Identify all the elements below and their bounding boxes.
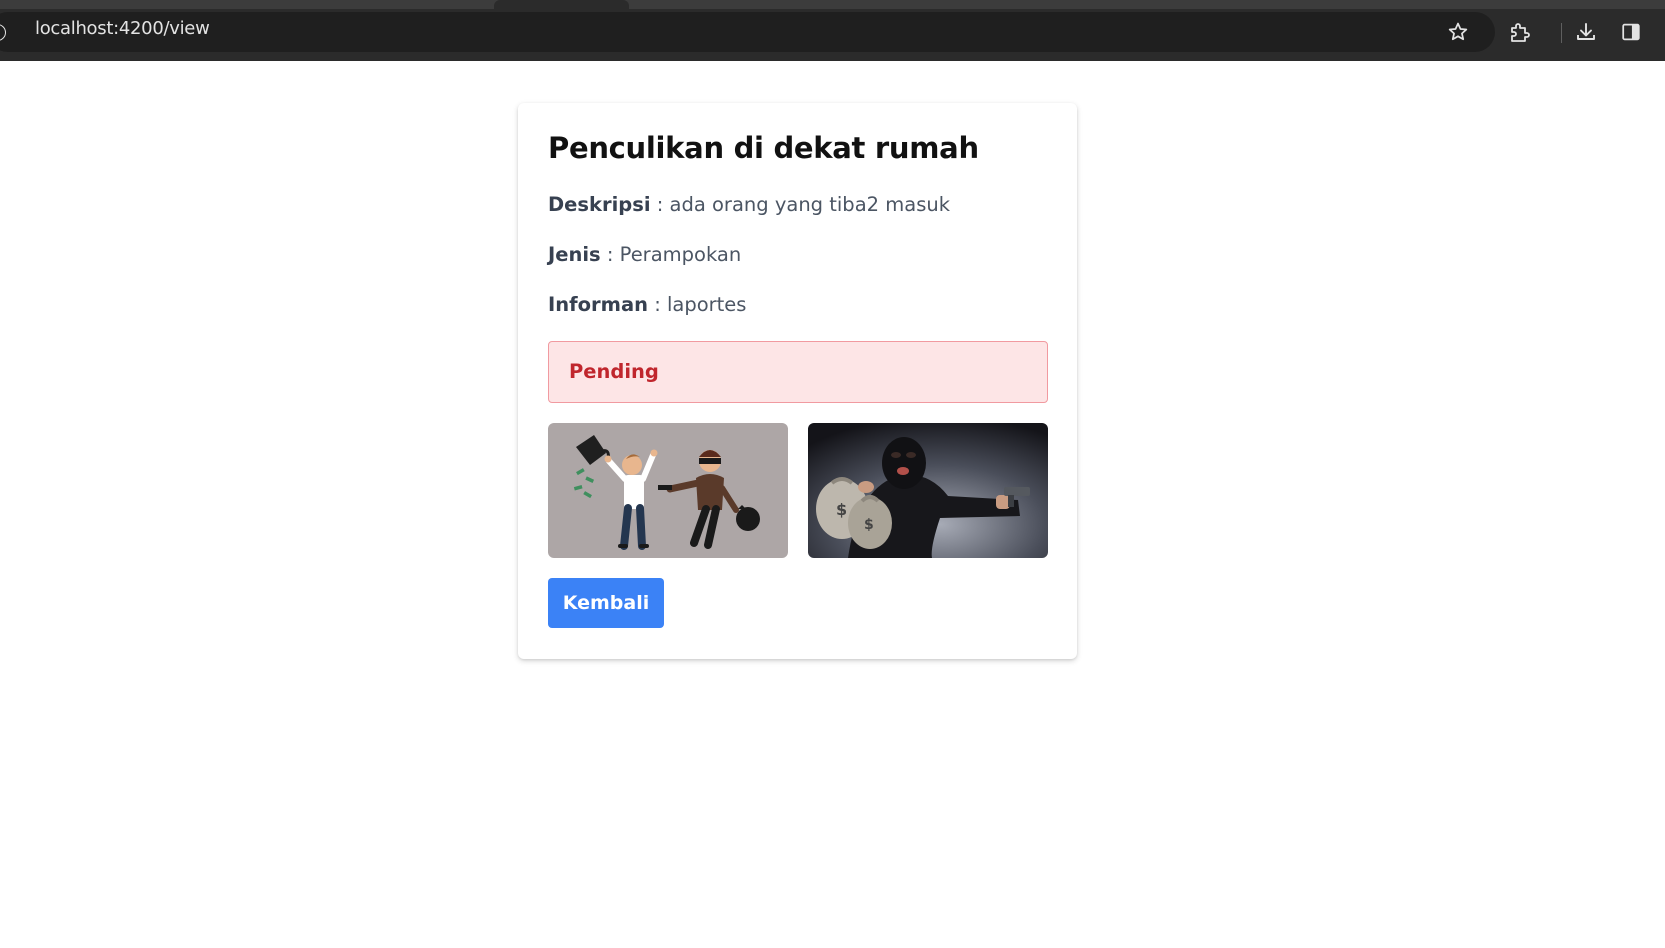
type-separator: : [600, 243, 620, 266]
browser-chrome: i localhost:4200/view [0, 0, 1665, 61]
active-tab[interactable] [494, 0, 629, 9]
robbery-cartoon-image[interactable] [548, 423, 788, 558]
type-row: Jenis : Perampokan [548, 243, 741, 267]
svg-text:$: $ [836, 500, 847, 519]
informant-row: Informan : laportes [548, 293, 746, 317]
status-alert: Pending [548, 341, 1048, 403]
toolbar-separator [1561, 23, 1562, 43]
browser-toolbar: i localhost:4200/view [0, 9, 1665, 61]
report-title: Penculikan di dekat rumah [548, 131, 979, 165]
back-button[interactable]: Kembali [548, 578, 664, 628]
svg-text:$: $ [864, 517, 874, 533]
download-icon[interactable] [1572, 18, 1600, 46]
informant-label: Informan [548, 293, 648, 316]
description-separator: : [650, 193, 670, 216]
type-label: Jenis [548, 243, 601, 266]
url-text[interactable]: localhost:4200/view [35, 18, 210, 40]
address-bar[interactable]: i [0, 12, 1495, 52]
report-card: Penculikan di dekat rumah Deskripsi : ad… [518, 103, 1077, 659]
extensions-icon[interactable] [1506, 18, 1534, 46]
description-value: ada orang yang tiba2 masuk [669, 193, 950, 216]
type-value: Perampokan [619, 243, 742, 266]
info-icon[interactable]: i [0, 24, 6, 41]
masked-robber-photo[interactable]: $ $ [808, 423, 1048, 558]
star-icon[interactable] [1444, 18, 1472, 46]
status-badge: Pending [569, 360, 659, 383]
side-panel-icon[interactable] [1617, 18, 1645, 46]
description-label: Deskripsi [548, 193, 651, 216]
informant-separator: : [648, 293, 667, 316]
description-row: Deskripsi : ada orang yang tiba2 masuk [548, 193, 950, 217]
informant-value: laportes [666, 293, 747, 316]
tab-strip [0, 0, 1665, 9]
